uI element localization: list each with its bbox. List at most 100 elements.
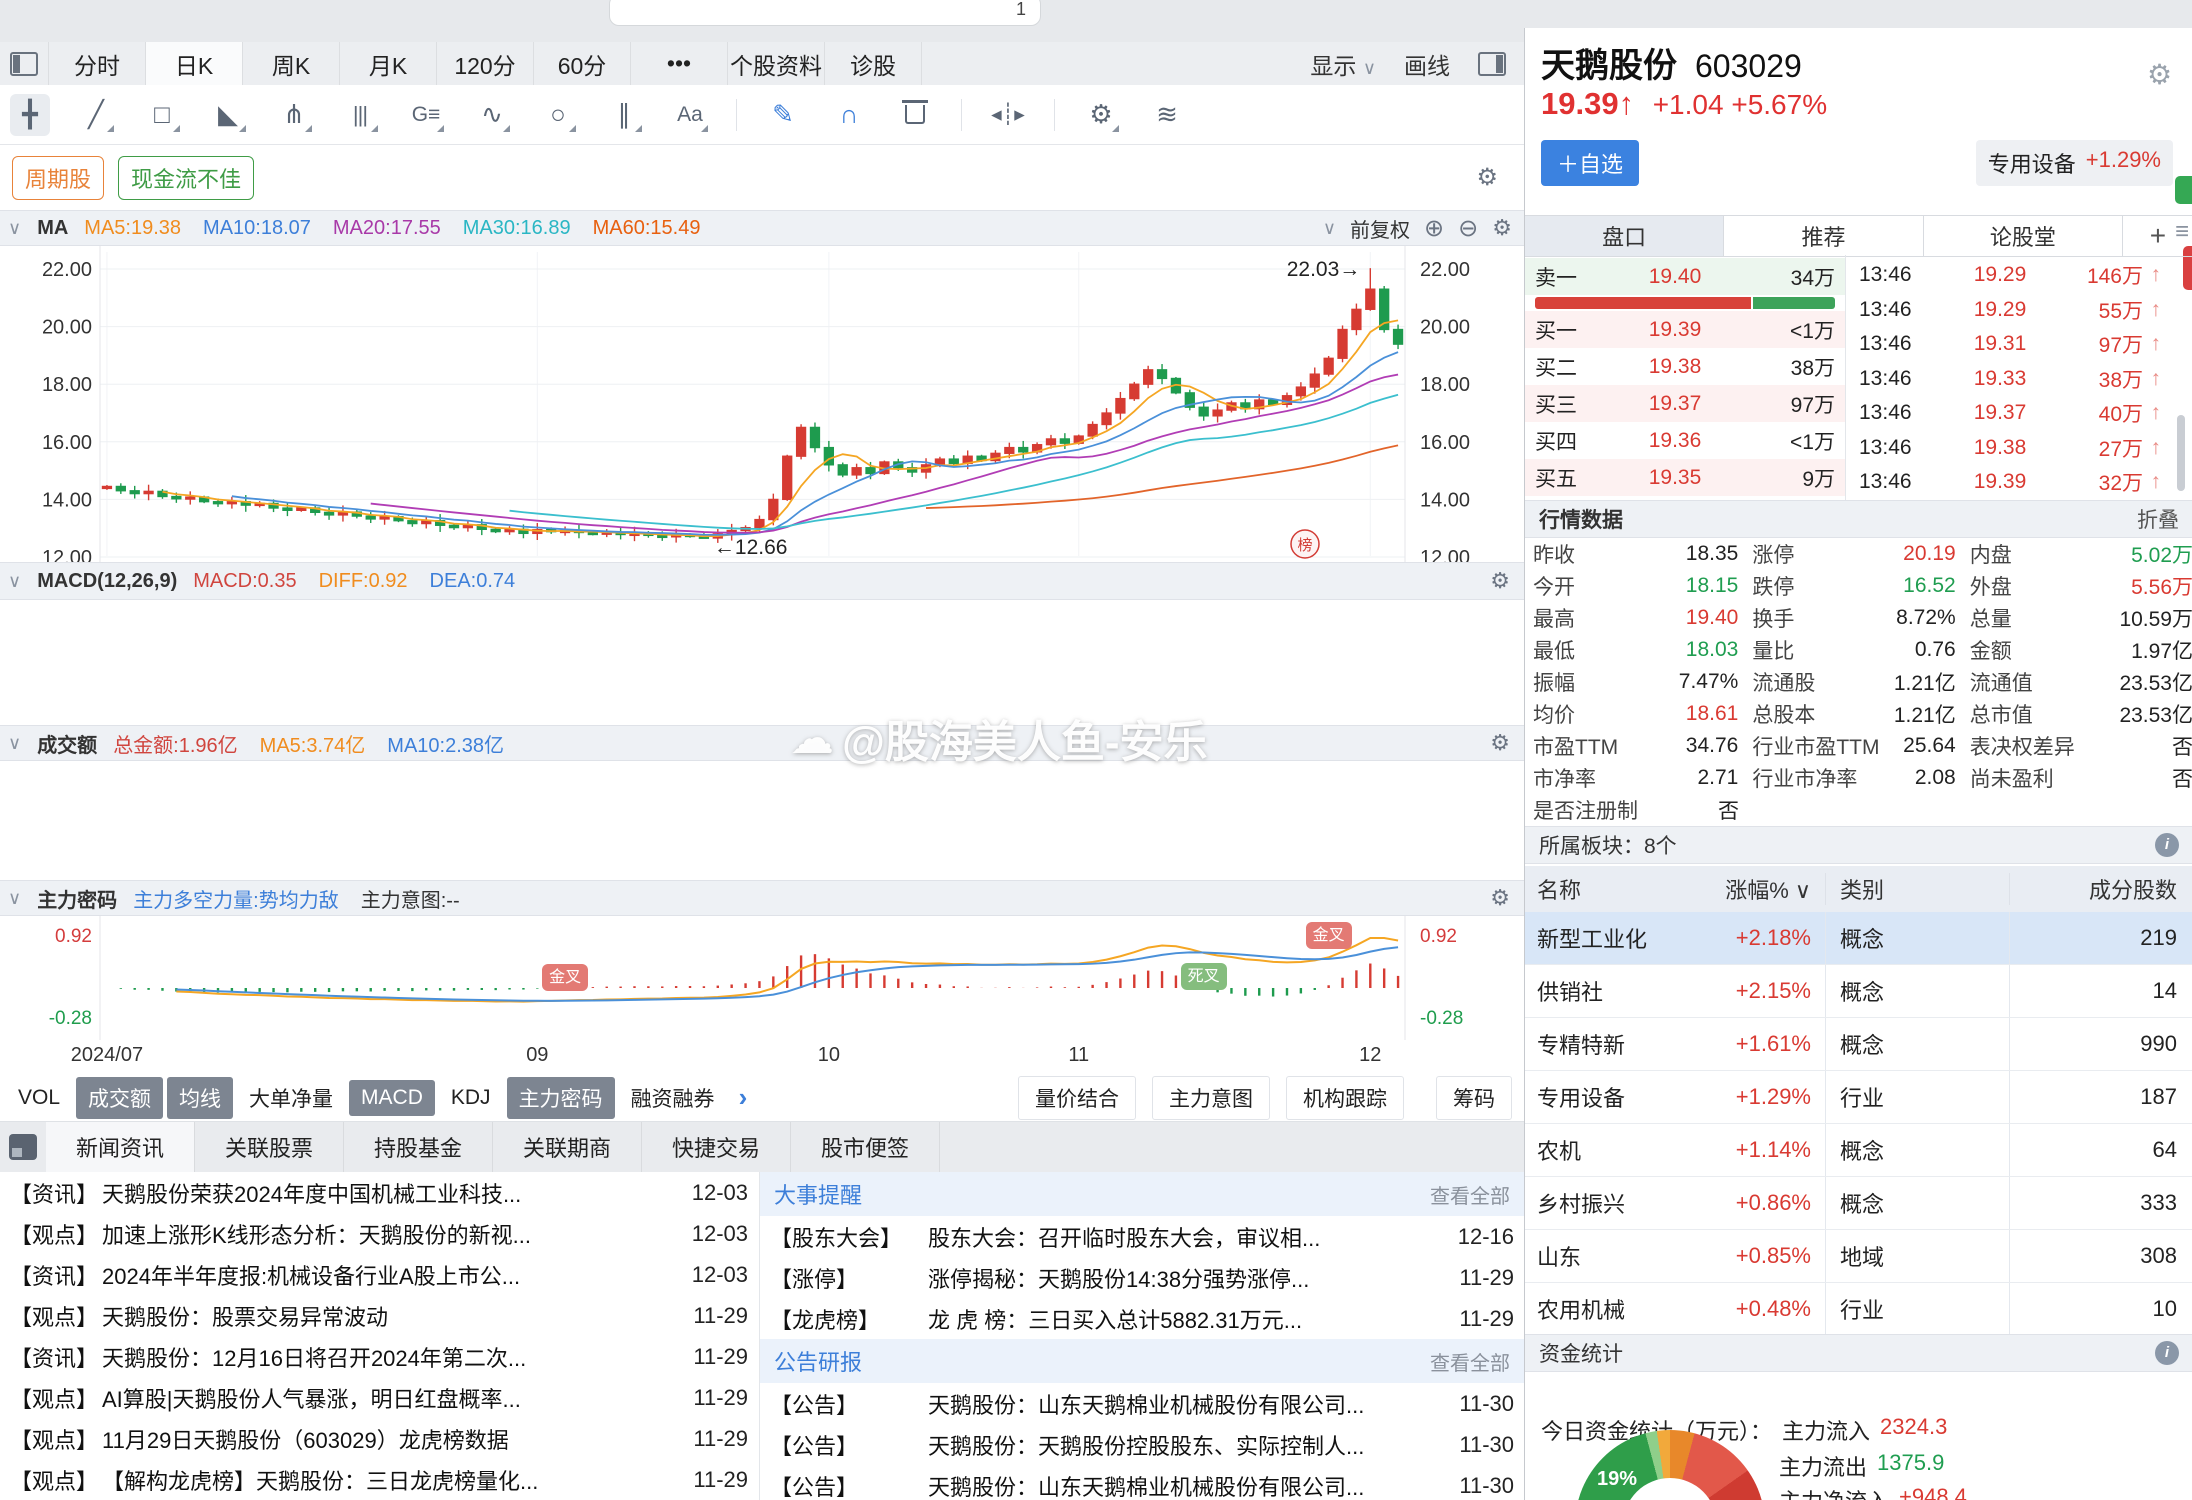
news-item[interactable]: 【观点】AI算股|天鹅股份人气暴涨，明日红盘概率...11-29 bbox=[0, 1377, 758, 1418]
news-panel-icon[interactable] bbox=[0, 1122, 46, 1172]
add-watchlist-button[interactable]: ＋自选 bbox=[1541, 140, 1639, 186]
tool-tab-机构跟踪[interactable]: 机构跟踪 bbox=[1286, 1076, 1404, 1120]
order-book-row[interactable]: 买三19.3797万 bbox=[1525, 385, 1845, 422]
tool-tab-主力意图[interactable]: 主力意图 bbox=[1152, 1076, 1270, 1120]
macd-chart-panel[interactable]: 0.92-0.280.92-0.28 金叉死叉金叉 bbox=[0, 916, 1524, 1041]
scrollbar[interactable] bbox=[2177, 415, 2185, 491]
panel-tab-推荐[interactable]: 推荐 bbox=[1724, 216, 1923, 256]
sector-row[interactable]: 新型工业化+2.18%概念219 bbox=[1525, 912, 2192, 965]
news-item[interactable]: 【观点】天鹅股份：股票交易异常波动11-29 bbox=[0, 1295, 758, 1336]
indicator-tab-VOL[interactable]: VOL bbox=[6, 1080, 72, 1116]
gear-icon[interactable]: ⚙ bbox=[1490, 885, 1510, 911]
news-item[interactable]: 【资讯】天鹅股份荣获2024年度中国机械工业科技...12-03 bbox=[0, 1172, 758, 1213]
zoom-out-icon[interactable]: ⊖ bbox=[1458, 214, 1478, 243]
news-item[interactable]: 【资讯】2024年半年度报:机械设备行业A股上市公...12-03 bbox=[0, 1254, 758, 1295]
news-item[interactable]: 【观点】11月29日天鹅股份（603029）龙虎榜数据11-29 bbox=[0, 1418, 758, 1459]
vertical-lines-tool-icon[interactable]: ||| bbox=[340, 94, 380, 136]
period-tab-4[interactable]: 月K bbox=[340, 42, 437, 85]
display-menu[interactable]: 显示 ∨ bbox=[1310, 47, 1376, 81]
draw-line-button[interactable]: 画线 bbox=[1404, 47, 1450, 81]
parallel-lines-tool-icon[interactable]: ∥ bbox=[604, 94, 644, 136]
panel-tab-盘口[interactable]: 盘口 bbox=[1525, 216, 1724, 256]
gear-icon[interactable]: ⚙ bbox=[2147, 58, 2172, 91]
rect-tool-icon[interactable]: □ bbox=[142, 94, 182, 136]
news-item[interactable]: 【资讯】天鹅股份：12月16日将召开2024年第二次...11-29 bbox=[0, 1336, 758, 1377]
indicator-tab-大单净量[interactable]: 大单净量 bbox=[237, 1077, 345, 1119]
add-tab-button[interactable]: + bbox=[2123, 216, 2192, 256]
period-tab-2[interactable]: 日K bbox=[146, 42, 243, 85]
indicator-tab-融资融券[interactable]: 融资融券 bbox=[619, 1077, 727, 1119]
sector-row[interactable]: 农用机械+0.48%行业10 bbox=[1525, 1283, 2192, 1336]
text-tool-icon[interactable]: Aa bbox=[670, 94, 710, 136]
order-book-row[interactable]: 卖一19.4034万 bbox=[1525, 258, 1845, 295]
edge-green-badge[interactable] bbox=[2175, 176, 2192, 204]
right-panel-toggle-icon[interactable] bbox=[1478, 52, 1506, 76]
gear-icon[interactable]: ⚙ bbox=[1490, 568, 1510, 594]
chevron-down-icon[interactable]: ∨ bbox=[8, 733, 21, 754]
trendline-tool-icon[interactable]: ╱ bbox=[76, 94, 116, 136]
period-tab-7[interactable]: ••• bbox=[631, 42, 728, 85]
sector-row[interactable]: 供销社+2.15%概念14 bbox=[1525, 965, 2192, 1018]
chevron-down-icon[interactable]: ∨ bbox=[1323, 218, 1336, 239]
sector-row[interactable]: 乡村振兴+0.86%概念333 bbox=[1525, 1177, 2192, 1230]
chevron-down-icon[interactable]: ∨ bbox=[8, 218, 21, 239]
news-item[interactable]: 【观点】【解构龙虎榜】天鹅股份：三日龙虎榜量化...11-29 bbox=[0, 1459, 758, 1500]
news-item[interactable]: 【公告】天鹅股份：山东天鹅棉业机械股份有限公司...11-30 bbox=[760, 1465, 1524, 1500]
indicator-tab-MACD[interactable]: MACD bbox=[349, 1080, 435, 1116]
ellipse-tool-icon[interactable]: ○ bbox=[538, 94, 578, 136]
info-icon[interactable]: i bbox=[2155, 833, 2179, 857]
layers-tool-icon[interactable]: ≋ bbox=[1147, 94, 1187, 136]
magnet-tool-icon[interactable]: ∩ bbox=[829, 94, 869, 136]
pencil-tool-icon[interactable]: ✎ bbox=[763, 94, 803, 136]
news-tab-新闻资讯[interactable]: 新闻资讯 bbox=[46, 1122, 195, 1172]
sector-col-header-1[interactable]: 名称 bbox=[1525, 873, 1689, 905]
news-tab-股市便签[interactable]: 股市便签 bbox=[791, 1122, 940, 1172]
wave-tool-icon[interactable]: ∿ bbox=[472, 94, 512, 136]
order-book-row[interactable]: 买二19.3838万 bbox=[1525, 348, 1845, 385]
floating-tab[interactable]: 1 bbox=[609, 0, 1041, 26]
news-tab-关联股票[interactable]: 关联股票 bbox=[195, 1122, 344, 1172]
period-tab-6[interactable]: 60分 bbox=[534, 42, 631, 85]
collapse-button[interactable]: 折叠 bbox=[2137, 504, 2179, 534]
move-tool-icon[interactable]: ╋ bbox=[10, 94, 50, 136]
macd-chart[interactable]: 0.92-0.280.92-0.28 bbox=[0, 916, 1524, 1041]
news-item[interactable]: 【观点】加速上涨形K线形态分析：天鹅股份的新视...12-03 bbox=[0, 1213, 758, 1254]
indicator-tab-KDJ[interactable]: KDJ bbox=[439, 1080, 503, 1116]
period-tab-5[interactable]: 120分 bbox=[437, 42, 534, 85]
sector-row[interactable]: 山东+0.85%地域308 bbox=[1525, 1230, 2192, 1283]
sector-row[interactable]: 专用设备+1.29%行业187 bbox=[1525, 1071, 2192, 1124]
indicator-tab-均线[interactable]: 均线 bbox=[167, 1077, 233, 1119]
panel-tab-论股堂[interactable]: 论股堂 bbox=[1924, 216, 2123, 256]
news-item[interactable]: 【涨停】涨停揭秘：天鹅股份14:38分强势涨停...11-29 bbox=[760, 1257, 1524, 1298]
view-all-link[interactable]: 查看全部 bbox=[1430, 1180, 1510, 1209]
stock-tag-2[interactable]: 现金流不佳 bbox=[118, 156, 254, 200]
kline-chart[interactable]: 22.0022.0020.0020.0018.0018.0016.0016.00… bbox=[0, 246, 1524, 562]
zoom-in-icon[interactable]: ⊕ bbox=[1424, 214, 1444, 243]
gear-icon[interactable]: ⚙ bbox=[1490, 730, 1510, 756]
fan-tool-icon[interactable]: ◣ bbox=[208, 94, 248, 136]
split-tool-icon[interactable]: ◂┊▸ bbox=[988, 94, 1028, 136]
period-tab-1[interactable]: 分时 bbox=[49, 42, 146, 85]
stock-tag-1[interactable]: 周期股 bbox=[12, 156, 104, 200]
gear-icon[interactable]: ⚙ bbox=[1492, 215, 1512, 241]
indicator-tab-主力密码[interactable]: 主力密码 bbox=[507, 1077, 615, 1119]
tool-tab-量价结合[interactable]: 量价结合 bbox=[1018, 1076, 1136, 1120]
news-item[interactable]: 【公告】天鹅股份：山东天鹅棉业机械股份有限公司...11-30 bbox=[760, 1383, 1524, 1424]
adjust-mode-label[interactable]: 前复权 bbox=[1350, 214, 1410, 243]
sector-col-header-3[interactable]: 类别 bbox=[1825, 873, 2009, 905]
news-item[interactable]: 【股东大会】股东大会：召开临时股东大会，审议相...12-16 bbox=[760, 1216, 1524, 1257]
chevron-right-icon[interactable]: › bbox=[731, 1082, 756, 1113]
sector-row[interactable]: 农机+1.14%概念64 bbox=[1525, 1124, 2192, 1177]
chevron-down-icon[interactable]: ∨ bbox=[8, 888, 21, 909]
settings-tool-icon[interactable]: ⚙ bbox=[1081, 94, 1121, 136]
indicator-tab-成交额[interactable]: 成交额 bbox=[76, 1077, 163, 1119]
period-tab-8[interactable]: 个股资料 bbox=[728, 42, 825, 85]
kline-chart-panel[interactable]: 22.0022.0020.0020.0018.0018.0016.0016.00… bbox=[0, 246, 1524, 562]
news-item[interactable]: 【龙虎榜】龙 虎 榜：三日买入总计5882.31万元...11-29 bbox=[760, 1298, 1524, 1339]
sector-col-header-4[interactable]: 成分股数 bbox=[2009, 873, 2192, 905]
news-item[interactable]: 【公告】天鹅股份：天鹅股份控股股东、实际控制人...11-30 bbox=[760, 1424, 1524, 1465]
period-tab-3[interactable]: 周K bbox=[243, 42, 340, 85]
trash-tool-icon[interactable] bbox=[895, 94, 935, 136]
gear-icon[interactable]: ⚙ bbox=[1476, 163, 1498, 192]
view-all-link[interactable]: 查看全部 bbox=[1430, 1347, 1510, 1376]
